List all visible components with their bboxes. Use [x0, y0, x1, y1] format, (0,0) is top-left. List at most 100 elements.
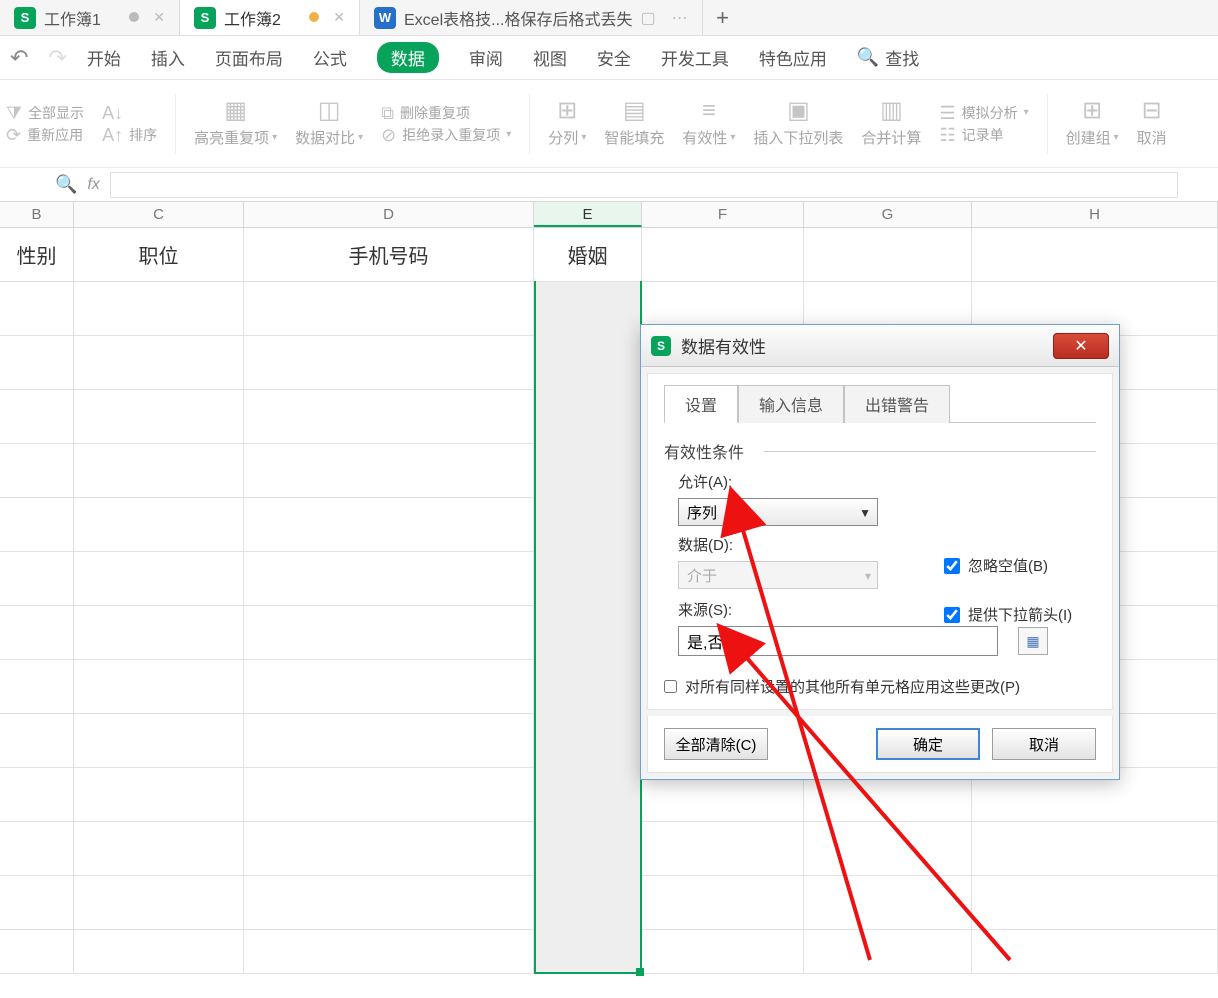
fill-icon: ▤ [623, 99, 646, 123]
column-headers: B C D E F G H [0, 202, 1218, 228]
consolidate-button[interactable]: ▥合并计算 [861, 99, 921, 148]
highlight-dup-button[interactable]: ▦高亮重复项▾ [194, 99, 277, 148]
close-button[interactable]: ✕ [1053, 333, 1109, 359]
data-toolbar: ⧩全部显示 ⟳重新应用 A↓ A↑排序 ▦高亮重复项▾ ◫数据对比▾ ⧉删除重复… [0, 80, 1218, 168]
source-input[interactable] [678, 626, 998, 656]
filter-group[interactable]: ⧩全部显示 ⟳重新应用 [6, 104, 84, 144]
data-validation-dialog: S 数据有效性 ✕ 设置 输入信息 出错警告 有效性条件 允许(A): 序列▼ … [640, 324, 1120, 780]
forward-icon[interactable]: ↷ [48, 45, 66, 71]
col-header-h[interactable]: H [972, 202, 1218, 227]
back-icon[interactable]: ↶ [10, 45, 28, 71]
close-icon[interactable]: ✕ [333, 9, 345, 26]
menu-page-layout[interactable]: 页面布局 [215, 45, 283, 70]
sort-group[interactable]: A↓ A↑排序 [102, 104, 157, 144]
formula-input[interactable] [110, 172, 1178, 198]
tab-label: 工作簿2 [224, 6, 281, 30]
text-to-columns-button[interactable]: ⊞分列▾ [548, 99, 586, 148]
insert-dropdown-button[interactable]: ▣插入下拉列表 [753, 99, 843, 148]
dialog-footer: 全部清除(C) 确定 取消 [647, 716, 1113, 773]
tab-workbook-1[interactable]: S 工作簿1 ✕ [0, 0, 180, 35]
wps-sheets-icon: S [651, 336, 671, 356]
validity-icon: ≡ [702, 99, 716, 123]
validity-button[interactable]: ≡有效性▾ [682, 99, 735, 148]
tab-workbook-2[interactable]: S 工作簿2 ✕ [180, 0, 360, 35]
tab-input-msg[interactable]: 输入信息 [738, 385, 844, 423]
col-header-c[interactable]: C [74, 202, 244, 227]
group-icon: ⊞ [1082, 99, 1102, 123]
cell[interactable]: 性别 [0, 228, 74, 281]
menu-insert[interactable]: 插入 [151, 45, 185, 70]
range-picker-button[interactable]: ▦ [1018, 627, 1048, 655]
consolidate-icon: ▥ [880, 99, 903, 123]
document-tabs: S 工作簿1 ✕ S 工作簿2 ✕ W Excel表格技...格保存后格式丢失 … [0, 0, 1218, 36]
refresh-icon: ⟳ [6, 126, 21, 144]
cell[interactable]: 手机号码 [244, 228, 534, 281]
range-picker-icon: ▦ [1026, 633, 1039, 650]
ignore-blank-check[interactable]: 忽略空值(B) [944, 555, 1072, 576]
cell[interactable] [804, 228, 972, 281]
menu-dev-tools[interactable]: 开发工具 [661, 45, 729, 70]
tab-excel-tips[interactable]: W Excel表格技...格保存后格式丢失 ▢ ⋯ [360, 0, 703, 35]
cancel-button[interactable]: 取消 [992, 728, 1096, 760]
menu-home[interactable]: 开始 [87, 45, 121, 70]
data-compare-button[interactable]: ◫数据对比▾ [295, 99, 363, 148]
sort-desc-icon: A↑ [102, 126, 123, 144]
cell[interactable] [972, 228, 1218, 281]
new-tab-button[interactable]: + [703, 5, 743, 31]
highlight-icon: ▦ [224, 99, 247, 123]
menu-special[interactable]: 特色应用 [759, 45, 827, 70]
menu-data[interactable]: 数据 [377, 42, 439, 73]
funnel-icon: ⧩ [6, 104, 22, 122]
modified-dot-icon [129, 12, 139, 22]
dialog-title-bar[interactable]: S 数据有效性 ✕ [641, 325, 1119, 367]
data-combo: 介于▾ [678, 561, 878, 589]
tab-error-alert[interactable]: 出错警告 [844, 385, 950, 423]
ribbon-search[interactable]: 🔍查找 [857, 45, 919, 70]
create-group-button[interactable]: ⊞创建组▾ [1066, 99, 1119, 148]
form-icon: ☰ [939, 104, 955, 122]
menu-security[interactable]: 安全 [597, 45, 631, 70]
form-group[interactable]: ☰模拟分析▾ ☷记录单 [939, 104, 1028, 144]
menu-review[interactable]: 审阅 [469, 45, 503, 70]
chevron-down-icon: ▾ [865, 569, 871, 583]
col-header-b[interactable]: B [0, 202, 74, 227]
tab-label: Excel表格技...格保存后格式丢失 [404, 6, 632, 30]
tab-settings[interactable]: 设置 [664, 385, 738, 423]
cell[interactable]: 职位 [74, 228, 244, 281]
cell[interactable] [642, 228, 804, 281]
dropdown-arrow-check[interactable]: 提供下拉箭头(I) [944, 604, 1072, 625]
ungroup-icon: ⊟ [1142, 99, 1162, 123]
col-header-f[interactable]: F [642, 202, 804, 227]
menu-view[interactable]: 视图 [533, 45, 567, 70]
dup-group[interactable]: ⧉删除重复项 ⊘拒绝录入重复项▾ [381, 104, 511, 144]
tab-label: 工作簿1 [44, 6, 101, 30]
col-header-g[interactable]: G [804, 202, 972, 227]
apply-all-check[interactable]: 对所有同样设置的其他所有单元格应用这些更改(P) [664, 676, 1096, 697]
chevron-down-icon: ▼ [859, 506, 871, 520]
reject-dup-icon: ⊘ [381, 126, 396, 144]
fieldset-label: 有效性条件 [664, 439, 1096, 463]
search-icon[interactable]: 🔍 [55, 174, 77, 195]
fx-icon[interactable]: fx [87, 176, 99, 194]
wps-sheets-icon: S [14, 7, 36, 29]
clear-all-button[interactable]: 全部清除(C) [664, 728, 768, 760]
allow-combo[interactable]: 序列▼ [678, 498, 878, 526]
ungroup-button[interactable]: ⊟取消 [1137, 99, 1167, 148]
dialog-title: 数据有效性 [681, 333, 766, 358]
ok-button[interactable]: 确定 [876, 728, 980, 760]
modified-dot-icon [309, 12, 319, 22]
allow-label: 允许(A): [664, 471, 1096, 492]
formula-bar: 🔍 fx [0, 168, 1218, 202]
cell[interactable]: 婚姻 [534, 228, 642, 281]
dropdown-icon: ▣ [787, 99, 810, 123]
table-row[interactable]: 性别 职位 手机号码 婚姻 [0, 228, 1218, 282]
col-header-e[interactable]: E [534, 202, 642, 227]
delete-dup-icon: ⧉ [381, 104, 394, 122]
ribbon-menu: ↶ ↷ 开始 插入 页面布局 公式 数据 审阅 视图 安全 开发工具 特色应用 … [0, 36, 1218, 80]
wps-writer-icon: W [374, 7, 396, 29]
menu-formulas[interactable]: 公式 [313, 45, 347, 70]
window-icon: ▢ [640, 8, 655, 28]
smart-fill-button[interactable]: ▤智能填充 [604, 99, 664, 148]
col-header-d[interactable]: D [244, 202, 534, 227]
close-icon[interactable]: ✕ [153, 9, 165, 26]
